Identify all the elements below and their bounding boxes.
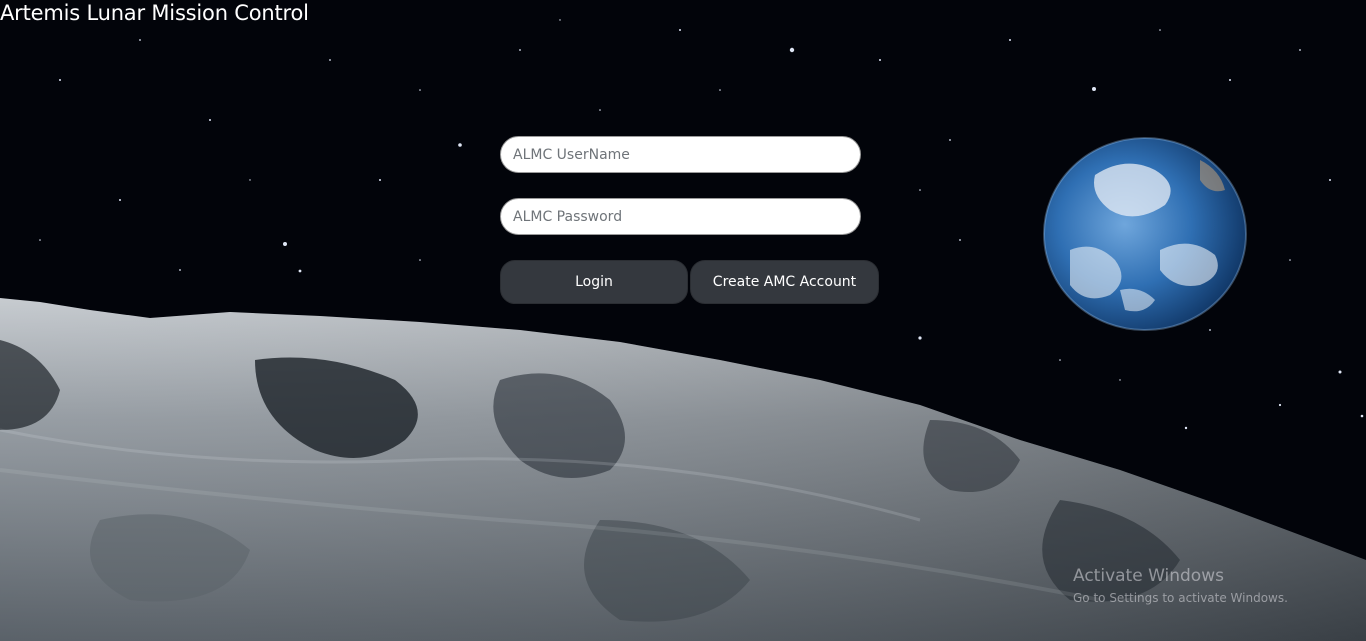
watermark-title: Activate Windows bbox=[1073, 566, 1224, 586]
password-input[interactable] bbox=[500, 198, 861, 235]
activate-windows-watermark: Activate Windows Go to Settings to activ… bbox=[1073, 566, 1288, 607]
create-account-button[interactable]: Create AMC Account bbox=[690, 260, 879, 304]
username-input[interactable] bbox=[500, 136, 861, 173]
login-button[interactable]: Login bbox=[500, 260, 688, 304]
login-form: Login Create AMC Account bbox=[0, 0, 1366, 641]
watermark-subtitle: Go to Settings to activate Windows. bbox=[1073, 591, 1288, 605]
